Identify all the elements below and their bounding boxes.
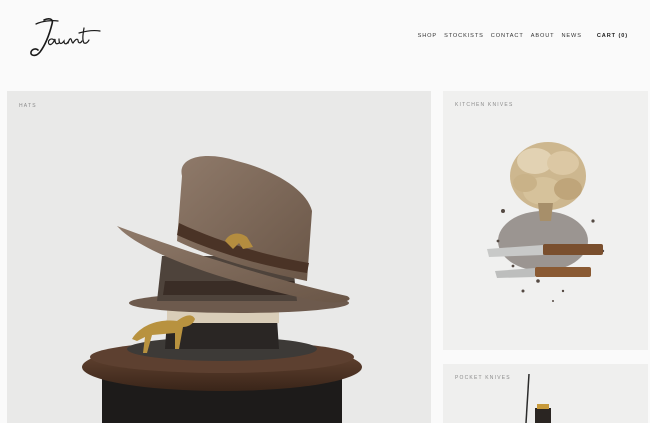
nav-item-stockists[interactable]: STOCKISTS	[444, 33, 484, 39]
logo-script-mark	[30, 18, 101, 57]
nav-item-contact[interactable]: CONTACT	[491, 33, 524, 39]
tile-label-kitchen-knives: KITCHEN KNIVES	[455, 102, 514, 108]
nav-item-shop[interactable]: SHOP	[418, 33, 437, 39]
nav-item-about[interactable]: ABOUT	[531, 33, 555, 39]
tile-label-pocket-knives: POCKET KNIVES	[455, 375, 511, 381]
site-header: SHOP STOCKISTS CONTACT ABOUT NEWS CART (…	[0, 0, 650, 90]
category-tile-pocket-knives[interactable]: POCKET KNIVES	[443, 364, 648, 423]
pocket-knives-product-photo	[525, 373, 551, 423]
nav-item-news[interactable]: NEWS	[561, 33, 581, 39]
cart-link[interactable]: CART (0)	[597, 33, 628, 39]
hats-product-photo	[82, 156, 362, 423]
main-nav: SHOP STOCKISTS CONTACT ABOUT NEWS CART (…	[418, 33, 628, 39]
jaunt-logo[interactable]	[26, 14, 104, 60]
kitchen-knives-product-photo	[487, 142, 605, 302]
category-tile-hats[interactable]: HATS	[7, 91, 431, 423]
category-tile-kitchen-knives[interactable]: KITCHEN KNIVES	[443, 91, 648, 350]
tile-label-hats: HATS	[19, 103, 37, 109]
